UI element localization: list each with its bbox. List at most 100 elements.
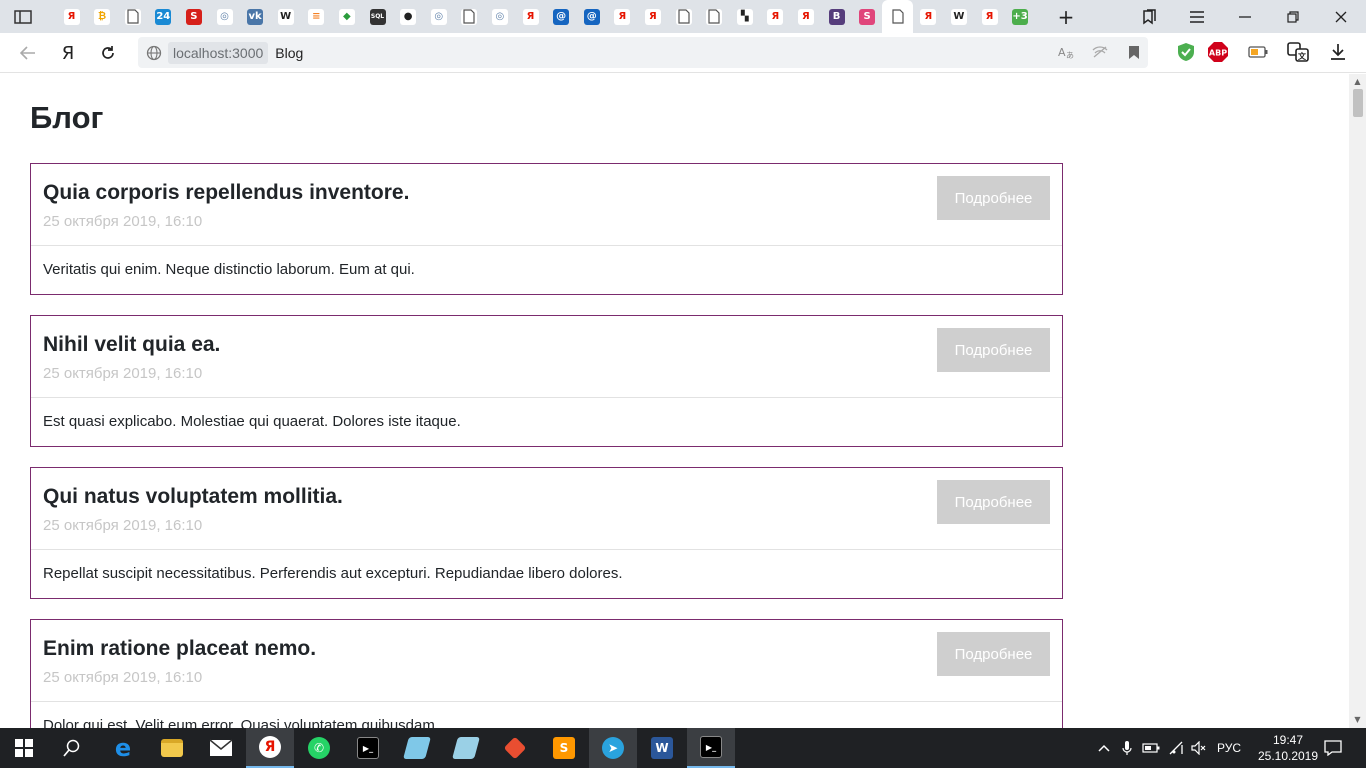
mail-icon: @ — [553, 8, 570, 25]
restore-icon[interactable] — [1270, 0, 1316, 33]
wifi-icon[interactable] — [1165, 728, 1187, 768]
browser-tab[interactable]: +3 — [1005, 0, 1036, 33]
bookmark-icon[interactable] — [1124, 42, 1144, 62]
notifications-icon[interactable] — [1320, 728, 1346, 768]
browser-tab[interactable]: Я — [790, 0, 821, 33]
browser-tab[interactable]: ▚ — [729, 0, 760, 33]
adguard-shield-icon[interactable] — [1175, 41, 1197, 63]
read-more-button[interactable]: Подробнее — [937, 176, 1050, 220]
new-tab-button[interactable]: + — [1050, 0, 1082, 33]
whatsapp-icon[interactable]: ✆ — [295, 728, 343, 768]
file-explorer-icon[interactable] — [148, 728, 196, 768]
edge-icon[interactable]: e — [99, 728, 147, 768]
browser-tab[interactable] — [882, 0, 914, 33]
browser-tab[interactable]: 24 — [148, 0, 179, 33]
browser-tab[interactable]: @ — [576, 0, 607, 33]
browser-tab[interactable] — [668, 0, 699, 33]
browser-tab[interactable]: ◎ — [423, 0, 454, 33]
browser-tab[interactable]: @ — [546, 0, 577, 33]
minimize-icon[interactable] — [1222, 0, 1268, 33]
yandex-browser-taskbar-icon[interactable]: Я — [246, 728, 294, 768]
scroll-up-icon[interactable]: ▲ — [1353, 77, 1362, 86]
browser-tab[interactable] — [454, 0, 485, 33]
post-card: Nihil velit quia ea. 25 октября 2019, 16:… — [30, 315, 1063, 447]
browser-tab[interactable]: ◎ — [484, 0, 515, 33]
git-icon[interactable] — [491, 728, 539, 768]
browser-tab[interactable]: ◎ — [209, 0, 240, 33]
app-crystal-icon-2[interactable] — [442, 728, 490, 768]
browser-tab[interactable]: Я — [607, 0, 638, 33]
browser-tab[interactable]: vk — [240, 0, 271, 33]
battery-icon[interactable] — [1140, 728, 1162, 768]
post-card: Qui natus voluptatem mollitia. 25 октября… — [30, 467, 1063, 599]
terminal-icon[interactable]: ▶_ — [344, 728, 392, 768]
page-scrollbar[interactable]: ▲ ▼ — [1349, 74, 1366, 728]
translate-icon[interactable]: Aあ — [1056, 42, 1076, 62]
browser-tab[interactable]: Я — [760, 0, 791, 33]
yandex-button[interactable]: Я — [56, 41, 80, 65]
start-button[interactable] — [0, 728, 48, 768]
browser-tab[interactable]: W — [270, 0, 301, 33]
post-card-header: Quia corporis repellendus inventore. 25 о… — [31, 164, 1062, 246]
url-host: localhost:3000 — [168, 41, 269, 64]
back-arrow-icon[interactable] — [16, 41, 40, 65]
menu-icon[interactable] — [1174, 0, 1220, 33]
volume-muted-icon[interactable] — [1188, 728, 1210, 768]
close-icon[interactable] — [1318, 0, 1364, 33]
browser-tab[interactable]: SQL — [362, 0, 393, 33]
mail-app-icon[interactable] — [197, 728, 245, 768]
svg-text:ABP: ABP — [1209, 49, 1227, 58]
browser-tab[interactable]: ● — [393, 0, 424, 33]
read-more-button[interactable]: Подробнее — [937, 328, 1050, 372]
browser-tab[interactable]: Я — [56, 0, 87, 33]
browser-tab[interactable] — [699, 0, 730, 33]
turbo-off-icon[interactable] — [1090, 42, 1110, 62]
browser-tab[interactable]: Я — [637, 0, 668, 33]
page-icon — [706, 8, 723, 25]
yandex-icon: Я — [522, 8, 539, 25]
input-language[interactable]: РУС — [1212, 728, 1246, 768]
console-icon[interactable]: ▶_ — [687, 728, 735, 768]
site-info-icon[interactable] — [146, 45, 162, 61]
svg-text:文: 文 — [1298, 51, 1307, 61]
word-icon[interactable]: W — [638, 728, 686, 768]
browser-tab[interactable]: ◆ — [331, 0, 362, 33]
sidebar-toggle-icon[interactable] — [8, 6, 38, 28]
tray-chevron-icon[interactable] — [1094, 728, 1114, 768]
system-clock[interactable]: 19:47 25.10.2019 — [1253, 732, 1323, 764]
browser-tab[interactable]: W — [943, 0, 974, 33]
app-crystal-icon[interactable] — [393, 728, 441, 768]
scroll-down-icon[interactable]: ▼ — [1353, 715, 1362, 724]
post-card-header: Qui natus voluptatem mollitia. 25 октября… — [31, 468, 1062, 550]
post-date: 25 октября 2019, 16:10 — [43, 213, 203, 230]
post-excerpt: Dolor qui est. Velit eum error. Quasi vo… — [43, 717, 440, 728]
downloads-icon[interactable] — [1327, 41, 1349, 63]
search-icon[interactable] — [48, 728, 96, 768]
sublime-text-icon[interactable]: S — [540, 728, 588, 768]
browser-tab[interactable]: ₿ — [87, 0, 118, 33]
scrollbar-thumb[interactable] — [1353, 89, 1363, 117]
browser-tab[interactable]: Я — [974, 0, 1005, 33]
bookmarks-icon[interactable] — [1126, 0, 1172, 33]
clock-time: 19:47 — [1272, 733, 1304, 747]
read-more-button[interactable]: Подробнее — [937, 480, 1050, 524]
browser-tab[interactable] — [117, 0, 148, 33]
translate-extension-icon[interactable]: 文 — [1287, 41, 1309, 63]
reload-icon[interactable] — [96, 41, 120, 65]
coin-icon: ₿ — [94, 8, 111, 25]
browser-tab[interactable]: S — [852, 0, 883, 33]
read-more-button[interactable]: Подробнее — [937, 632, 1050, 676]
post-date: 25 октября 2019, 16:10 — [43, 517, 203, 534]
battery-saver-icon[interactable] — [1247, 41, 1269, 63]
address-bar[interactable]: localhost:3000 Blog — [138, 37, 1148, 68]
browser-tab[interactable]: Я — [515, 0, 546, 33]
microphone-icon[interactable] — [1117, 728, 1137, 768]
browser-tab[interactable]: Я — [913, 0, 944, 33]
telegram-icon[interactable]: ➤ — [589, 728, 637, 768]
browser-tab[interactable]: S — [178, 0, 209, 33]
yandex-icon: Я — [797, 8, 814, 25]
browser-tab[interactable]: B — [821, 0, 852, 33]
page-title: Блог — [30, 100, 104, 135]
adblock-plus-icon[interactable]: ABP — [1207, 41, 1229, 63]
browser-tab[interactable]: ≡ — [301, 0, 332, 33]
